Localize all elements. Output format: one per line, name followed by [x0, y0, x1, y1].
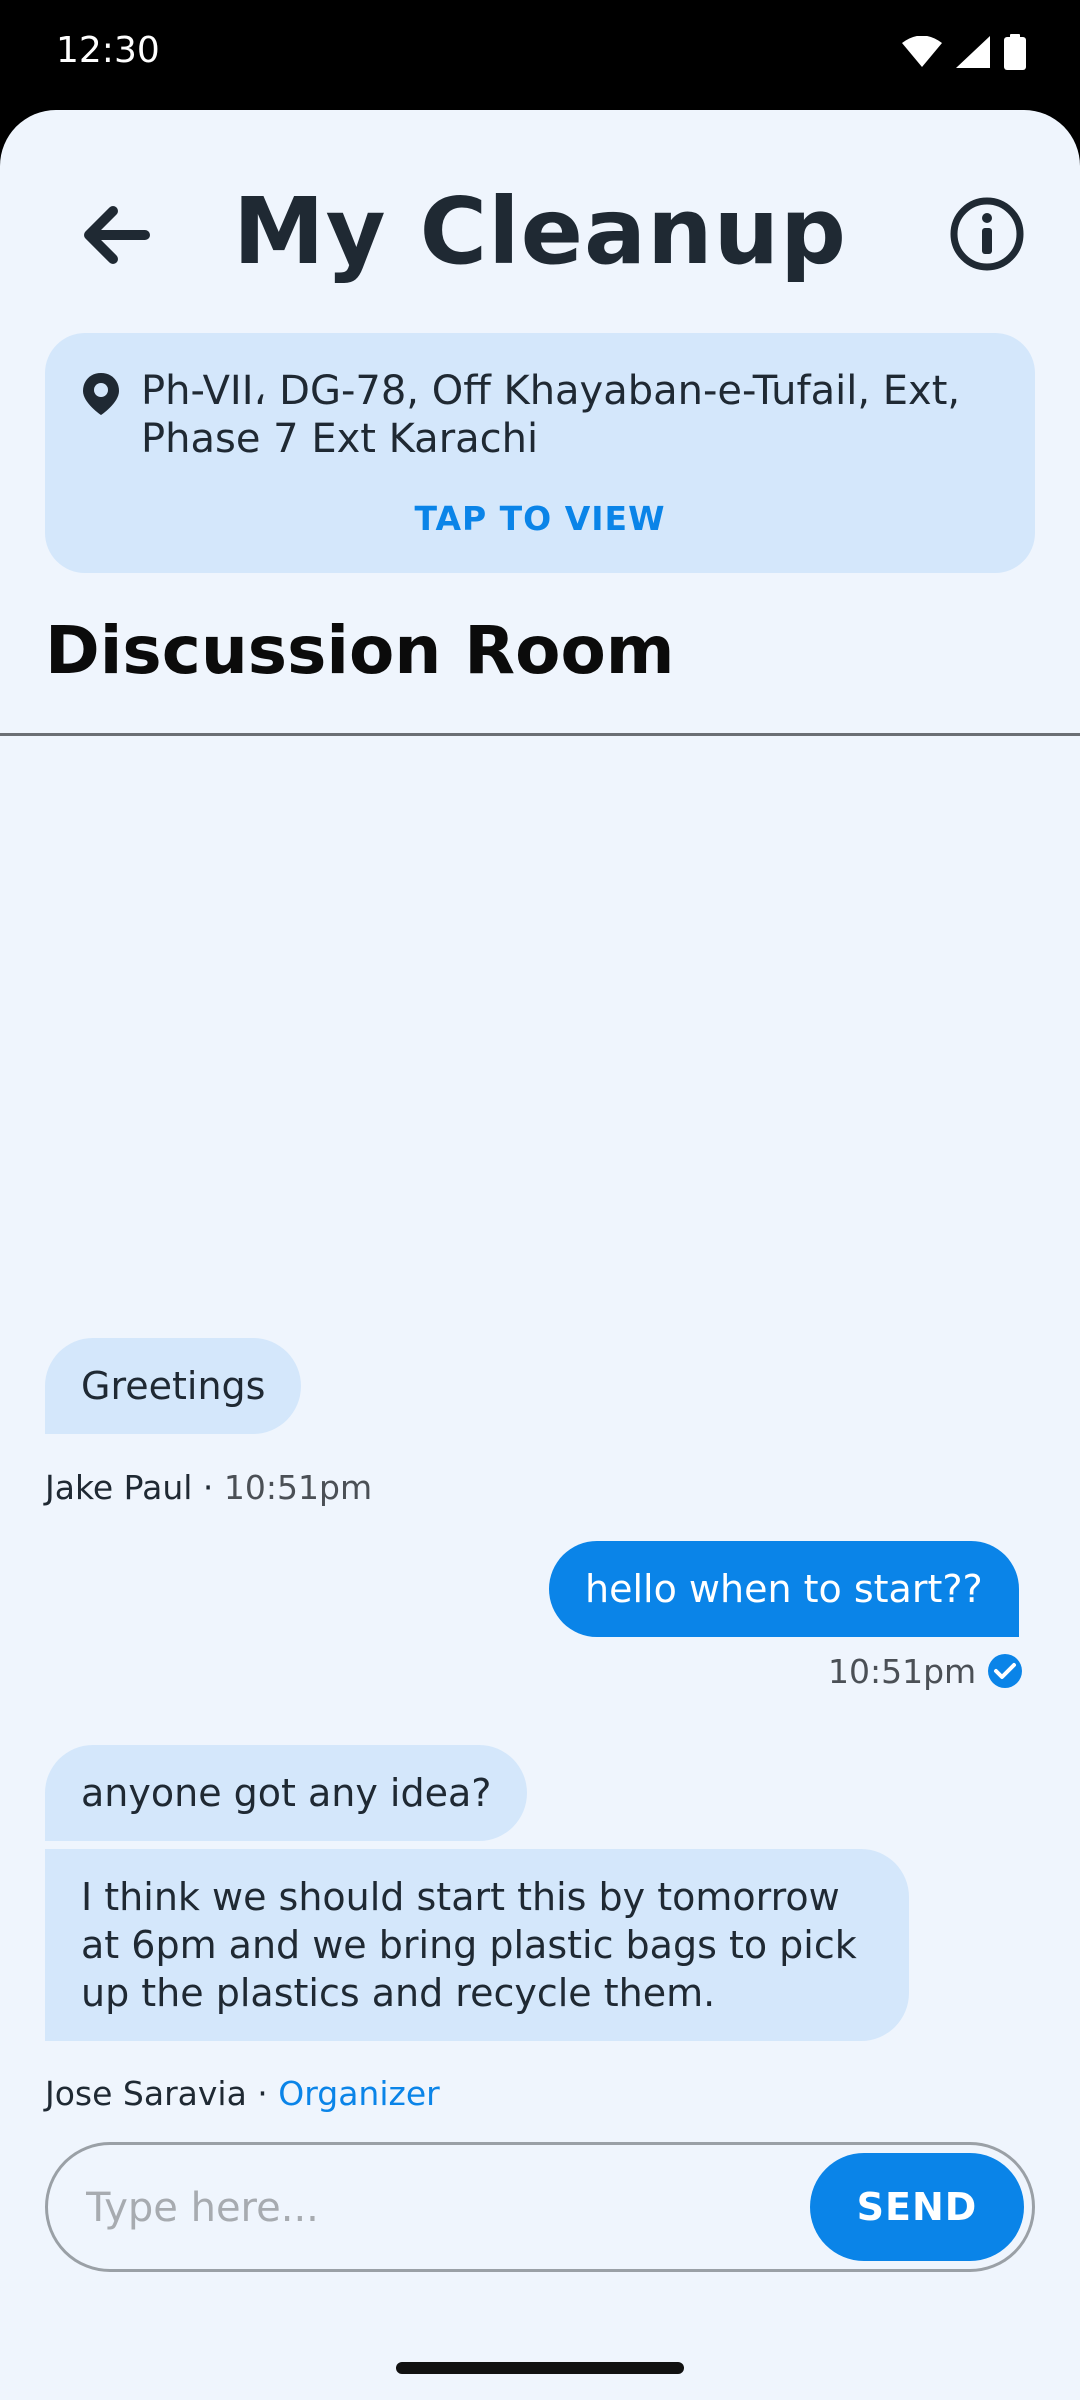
- location-address: Ph-VII، DG-78, Off Khayaban-e-Tufail, Ex…: [141, 368, 961, 462]
- divider: [0, 733, 1080, 736]
- sender-name: Jose Saravia: [45, 2074, 247, 2113]
- message-time: 10:51pm: [828, 1652, 977, 1691]
- meta-separator: ·: [257, 2074, 268, 2113]
- tap-to-view-link[interactable]: TAP TO VIEW: [45, 499, 1035, 538]
- status-icons: [902, 34, 1026, 70]
- message-meta: 10:51pm: [828, 1652, 976, 1691]
- message-bubble-incoming: I think we should start this by tomorrow…: [45, 1849, 909, 2041]
- battery-icon: [1004, 34, 1026, 70]
- message-bubble-incoming: anyone got any idea?: [45, 1745, 528, 1841]
- message-meta: Jake Paul · 10:51pm: [45, 1468, 372, 1507]
- sender-name: Jake Paul: [45, 1468, 193, 1507]
- message-bubble-outgoing: hello when to start??: [549, 1541, 1019, 1637]
- meta-separator: ·: [202, 1468, 214, 1507]
- send-button[interactable]: SEND: [810, 2153, 1024, 2261]
- main-sheet: My Cleanup Ph-VII، DG-78, Off Khayaban-e…: [0, 110, 1080, 2400]
- status-time: 12:30: [56, 30, 160, 71]
- discussion-room-title: Discussion Room: [45, 612, 675, 689]
- home-indicator: [396, 2362, 684, 2374]
- message-composer: SEND: [45, 2142, 1035, 2272]
- message-time: 10:51pm: [223, 1468, 373, 1507]
- map-pin-icon: [83, 373, 119, 415]
- cellular-signal-icon: [956, 36, 990, 68]
- read-check-icon: [988, 1654, 1022, 1688]
- location-card[interactable]: Ph-VII، DG-78, Off Khayaban-e-Tufail, Ex…: [45, 333, 1035, 573]
- message-meta: Jose Saravia · Organizer: [45, 2074, 440, 2113]
- info-button[interactable]: [945, 192, 1029, 276]
- info-icon: [950, 197, 1024, 271]
- message-input[interactable]: [84, 2167, 808, 2249]
- page-title: My Cleanup: [233, 178, 847, 285]
- message-bubble-incoming: Greetings: [45, 1338, 302, 1434]
- wifi-icon: [902, 36, 942, 67]
- organizer-badge: Organizer: [278, 2074, 440, 2113]
- status-bar: 12:30: [0, 0, 1080, 110]
